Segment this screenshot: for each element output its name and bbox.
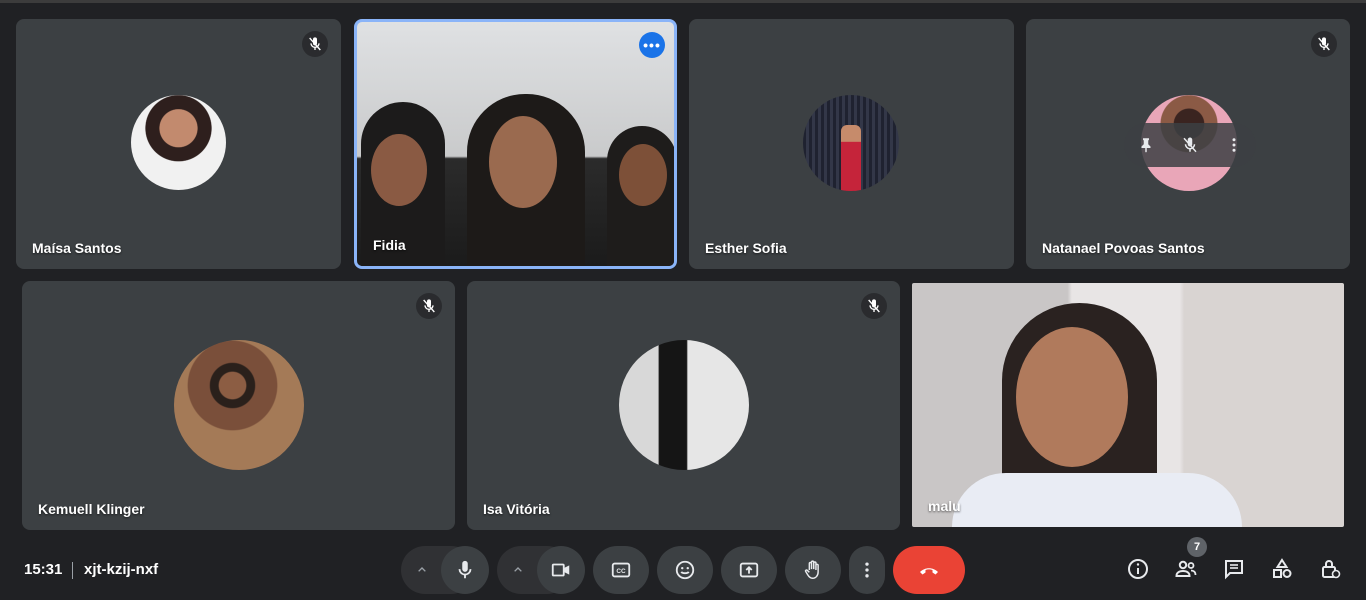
chevron-up-icon[interactable]	[414, 562, 430, 578]
video-face	[371, 134, 427, 206]
participant-tile[interactable]: Natanael Povoas Santos	[1026, 19, 1350, 269]
participant-tile[interactable]: Esther Sofia	[689, 19, 1014, 269]
host-controls-icon[interactable]	[1317, 556, 1343, 582]
mic-off-icon[interactable]	[1181, 136, 1199, 154]
svg-text:CC: CC	[616, 568, 626, 575]
avatar	[803, 95, 899, 191]
raise-hand-button[interactable]	[785, 546, 841, 594]
more-dots-icon[interactable]: •••	[639, 32, 665, 58]
control-bar: 15:31 xjt-kzij-nxf CC 7	[0, 537, 1366, 600]
meeting-code: xjt-kzij-nxf	[84, 561, 159, 578]
captions-button[interactable]: CC	[593, 546, 649, 594]
mic-off-icon	[416, 293, 442, 319]
participant-tile-active[interactable]: ••• Fidia	[354, 19, 677, 269]
info-icon[interactable]	[1125, 556, 1151, 582]
mic-icon	[454, 559, 476, 581]
activities-icon[interactable]	[1269, 556, 1295, 582]
avatar	[174, 340, 304, 470]
tile-hover-controls	[1124, 123, 1256, 167]
more-vert-icon	[857, 560, 877, 580]
call-end-icon	[917, 558, 941, 582]
participant-tile[interactable]: Maísa Santos	[16, 19, 341, 269]
participant-name: Esther Sofia	[705, 240, 787, 256]
meeting-time: 15:31	[24, 561, 63, 578]
avatar	[131, 95, 226, 190]
emoji-button[interactable]	[657, 546, 713, 594]
more-options-button[interactable]	[849, 546, 885, 594]
present-icon	[738, 559, 760, 581]
participant-count-badge: 7	[1187, 537, 1207, 557]
participant-name: Fidia	[373, 237, 406, 253]
video-shirt	[952, 473, 1242, 527]
video-face	[489, 116, 557, 208]
participant-name: malu	[928, 498, 961, 514]
chevron-up-icon[interactable]	[510, 562, 526, 578]
separator	[72, 562, 73, 579]
participant-tile-self[interactable]: malu	[912, 283, 1344, 527]
mic-off-icon	[1311, 31, 1337, 57]
video-face	[619, 144, 667, 206]
present-button[interactable]	[721, 546, 777, 594]
chat-icon[interactable]	[1221, 556, 1247, 582]
camera-icon	[550, 559, 572, 581]
participant-name: Isa Vitória	[483, 501, 550, 517]
participant-name: Maísa Santos	[32, 240, 122, 256]
pin-icon[interactable]	[1137, 136, 1155, 154]
camera-button[interactable]	[537, 546, 585, 594]
emoji-icon	[674, 559, 696, 581]
raise-hand-icon	[802, 559, 824, 581]
participant-tile[interactable]: Kemuell Klinger	[22, 281, 455, 530]
mic-button[interactable]	[441, 546, 489, 594]
more-vert-icon[interactable]	[1225, 136, 1243, 154]
leave-call-button[interactable]	[893, 546, 965, 594]
top-strip	[0, 0, 1366, 3]
mic-off-icon	[861, 293, 887, 319]
mic-off-icon	[302, 31, 328, 57]
participant-name: Kemuell Klinger	[38, 501, 145, 517]
captions-icon: CC	[610, 559, 632, 581]
participant-name: Natanael Povoas Santos	[1042, 240, 1205, 256]
video-face	[1016, 327, 1128, 467]
people-icon[interactable]	[1173, 556, 1199, 582]
participant-tile[interactable]: Isa Vitória	[467, 281, 900, 530]
avatar	[619, 340, 749, 470]
